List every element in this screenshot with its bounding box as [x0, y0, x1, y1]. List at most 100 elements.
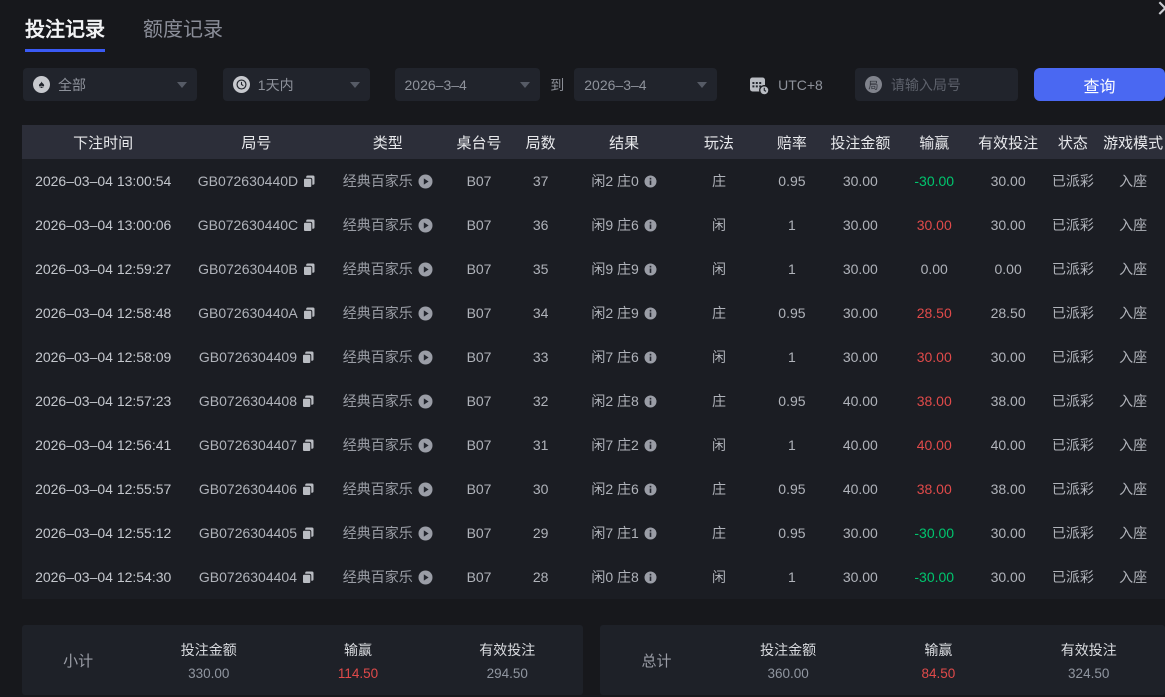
tab-bar: 投注记录 额度记录: [0, 0, 1165, 52]
info-icon[interactable]: [644, 351, 657, 364]
clock-icon: [232, 76, 250, 93]
table-no-value: B07: [466, 173, 492, 189]
cell-round-id: GB0726304408: [184, 393, 328, 409]
round-id-value: GB072630440A: [198, 305, 298, 321]
table-row: 2026–03–04 13:00:54 GB072630440D 经典百家乐 B07 3…: [22, 159, 1165, 203]
cell-odds: 1: [760, 217, 824, 233]
cell-play: 闲: [678, 215, 760, 235]
cell-odds: 0.95: [760, 305, 824, 321]
copy-icon[interactable]: [302, 263, 315, 276]
info-icon[interactable]: [644, 571, 657, 584]
col-header-bet-amount: 投注金额: [830, 134, 891, 152]
time-value: 2026–03–04 13:00:54: [35, 173, 172, 189]
cell-round-count: 31: [511, 437, 570, 453]
col-header-result: 结果: [609, 134, 640, 152]
calendar-clock-icon[interactable]: [748, 74, 770, 96]
date-from-select[interactable]: 2026–3–4: [394, 68, 541, 101]
tab-bet-records[interactable]: 投注记录: [25, 13, 105, 52]
play-video-icon[interactable]: [418, 262, 433, 277]
records-table: 下注时间 局号 类型 桌台号 局数 结果 玩法 赔率 投注金额 输赢 有效投注 状态 游戏模式 2026…: [22, 125, 1165, 599]
time-value: 2026–03–04 12:57:23: [35, 393, 172, 409]
type-value: 经典百家乐: [342, 393, 413, 409]
col-header-time: 下注时间: [73, 134, 134, 152]
win-loss-value: 30.00: [916, 217, 952, 233]
col-header-win-loss: 输赢: [919, 134, 950, 152]
valid-bet-value: 30.00: [990, 525, 1026, 541]
info-icon[interactable]: [644, 263, 657, 276]
info-icon[interactable]: [644, 219, 657, 232]
game-mode-value: 入座: [1119, 525, 1148, 541]
cell-game-mode: 入座: [1101, 523, 1165, 543]
play-video-icon[interactable]: [418, 350, 433, 365]
date-range-select[interactable]: 1天内: [222, 68, 370, 101]
cell-bet-amount: 30.00: [824, 305, 897, 321]
close-icon[interactable]: ×: [1156, 0, 1165, 24]
cell-time: 2026–03–04 12:58:48: [22, 305, 184, 321]
copy-icon[interactable]: [303, 219, 315, 232]
copy-icon[interactable]: [301, 351, 314, 364]
odds-value: 0.95: [778, 305, 806, 321]
time-value: 2026–03–04 12:54:30: [35, 569, 172, 585]
play-video-icon[interactable]: [418, 526, 433, 541]
cell-valid-bet: 38.00: [972, 393, 1045, 409]
cell-win-loss: 40.00: [897, 437, 972, 453]
cell-valid-bet: 40.00: [972, 437, 1045, 453]
copy-icon[interactable]: [302, 307, 315, 320]
play-video-icon[interactable]: [418, 438, 433, 453]
type-value: 经典百家乐: [342, 173, 413, 189]
cell-odds: 0.95: [760, 173, 824, 189]
round-id-input[interactable]: [888, 75, 1003, 94]
cell-bet-amount: 40.00: [824, 437, 897, 453]
play-video-icon[interactable]: [418, 482, 433, 497]
cell-round-count: 37: [511, 173, 570, 189]
odds-value: 1: [788, 349, 796, 365]
cell-round-count: 28: [511, 569, 570, 585]
copy-icon[interactable]: [301, 439, 314, 452]
info-icon[interactable]: [644, 307, 657, 320]
tab-quota-records[interactable]: 额度记录: [143, 13, 223, 52]
play-video-icon[interactable]: [418, 394, 433, 409]
result-value: 闲2 庄8: [591, 393, 639, 409]
play-video-icon[interactable]: [418, 306, 433, 321]
query-button[interactable]: 查询: [1034, 68, 1165, 101]
info-icon[interactable]: [644, 439, 657, 452]
cell-play: 闲: [678, 567, 760, 587]
cell-result: 闲2 庄6: [570, 479, 678, 499]
cell-status: 已派彩: [1045, 567, 1102, 587]
subtotal-valid-label: 有效投注: [479, 641, 536, 658]
info-icon[interactable]: [644, 175, 657, 188]
info-icon[interactable]: [644, 395, 657, 408]
copy-icon[interactable]: [301, 571, 314, 584]
col-header-game-mode: 游戏模式: [1103, 134, 1164, 152]
copy-icon[interactable]: [303, 175, 315, 188]
game-mode-value: 入座: [1119, 173, 1148, 189]
odds-value: 0.95: [778, 525, 806, 541]
cell-result: 闲7 庄6: [570, 347, 678, 367]
copy-icon[interactable]: [301, 483, 314, 496]
status-value: 已派彩: [1051, 525, 1094, 541]
play-video-icon[interactable]: [418, 218, 433, 233]
copy-icon[interactable]: [301, 527, 314, 540]
cell-valid-bet: 28.50: [972, 305, 1045, 321]
copy-icon[interactable]: [301, 395, 314, 408]
round-search-wrap: 局: [854, 68, 1018, 101]
odds-value: 0.95: [778, 173, 806, 189]
status-value: 已派彩: [1051, 569, 1094, 585]
play-value: 庄: [711, 525, 726, 541]
round-count-value: 37: [532, 173, 549, 189]
category-select[interactable]: ♠ 全部: [23, 68, 197, 101]
info-icon[interactable]: [644, 483, 657, 496]
cell-valid-bet: 30.00: [972, 217, 1045, 233]
info-icon[interactable]: [644, 527, 657, 540]
total-win-value: 84.50: [921, 665, 956, 681]
play-video-icon[interactable]: [418, 174, 433, 189]
cell-type: 经典百家乐: [329, 303, 448, 323]
type-value: 经典百家乐: [342, 217, 413, 233]
round-id-value: GB0726304404: [198, 569, 297, 585]
total-win: 输赢 84.50: [863, 640, 1013, 681]
date-to-select[interactable]: 2026–3–4: [574, 68, 718, 101]
cell-table-no: B07: [447, 173, 511, 189]
valid-bet-value: 38.00: [990, 481, 1026, 497]
play-video-icon[interactable]: [418, 570, 433, 585]
cell-status: 已派彩: [1045, 347, 1102, 367]
